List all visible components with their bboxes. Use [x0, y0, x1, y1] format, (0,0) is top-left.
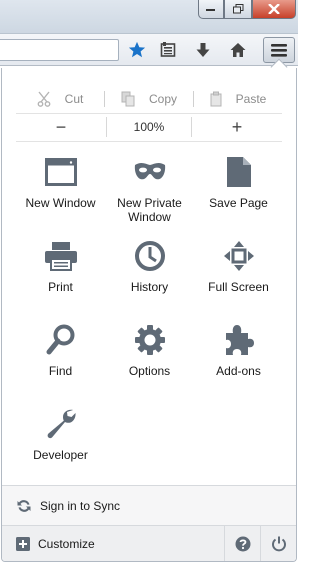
title-bar [0, 0, 298, 34]
copy-button[interactable]: Copy [105, 86, 193, 112]
new-window-button[interactable]: New Window [16, 151, 105, 235]
page-icon [221, 154, 257, 190]
window-controls [198, 0, 296, 19]
star-icon [128, 41, 146, 58]
paste-button[interactable]: Paste [194, 86, 282, 112]
plus-square-icon [16, 536, 30, 551]
developer-label: Developer [33, 448, 88, 462]
puzzle-icon [221, 322, 257, 358]
power-icon [271, 536, 286, 551]
close-icon [268, 4, 280, 14]
history-label: History [130, 280, 169, 294]
find-button[interactable]: Find [16, 319, 105, 403]
print-button[interactable]: Print [16, 235, 105, 319]
full-screen-label: Full Screen [208, 280, 269, 294]
add-ons-label: Add-ons [216, 364, 261, 378]
options-button[interactable]: Options [105, 319, 194, 403]
history-button[interactable]: History [105, 235, 194, 319]
new-private-window-button[interactable]: New Private Window [105, 151, 194, 235]
paste-label: Paste [235, 92, 267, 106]
wrench-icon [43, 406, 79, 442]
hamburger-icon [271, 43, 287, 57]
quit-button[interactable] [260, 526, 296, 561]
options-label: Options [128, 364, 171, 378]
zoom-reset-button[interactable]: 100% [106, 117, 192, 137]
sync-icon [17, 499, 31, 512]
zoom-out-button[interactable]: − [16, 116, 106, 138]
url-bar[interactable] [0, 39, 119, 61]
mask-icon [132, 154, 168, 190]
new-window-label: New Window [25, 196, 96, 210]
new-window-icon [43, 154, 79, 190]
zoom-controls: − 100% + [16, 115, 282, 139]
sign-in-to-sync-button[interactable]: Sign in to Sync [2, 485, 296, 525]
download-arrow-icon [196, 43, 210, 57]
gear-icon [132, 322, 168, 358]
home-button[interactable] [226, 39, 250, 61]
clipboard-icon [210, 91, 222, 107]
print-label: Print [48, 280, 73, 294]
magnifier-icon [43, 322, 79, 358]
bookmarks-list-icon [160, 42, 176, 57]
edit-controls: Cut Copy Paste [16, 86, 282, 112]
home-icon [230, 43, 246, 57]
cut-button[interactable]: Cut [16, 86, 104, 112]
minimize-icon [206, 9, 215, 11]
divider [16, 141, 282, 142]
copy-label: Copy [148, 92, 177, 106]
full-screen-button[interactable]: Full Screen [194, 235, 283, 319]
copy-icon [121, 91, 135, 107]
downloads-button[interactable] [191, 39, 215, 61]
panel-footer: Customize [2, 525, 296, 561]
menu-panel: Cut Copy Paste − 100% + New Window New P… [1, 68, 297, 562]
minimize-button[interactable] [198, 0, 224, 19]
menu-items-grid: New Window New Private Window Save Page … [2, 151, 298, 487]
save-page-button[interactable]: Save Page [194, 151, 283, 235]
new-private-window-label: New Private Window [117, 196, 182, 224]
printer-icon [43, 238, 79, 274]
bookmarks-menu-button[interactable] [156, 39, 180, 61]
help-icon [235, 536, 250, 551]
scissors-icon [37, 91, 51, 107]
find-label: Find [48, 364, 73, 378]
sync-label: Sign in to Sync [40, 498, 121, 513]
restore-button[interactable] [224, 0, 252, 19]
customize-button[interactable]: Customize [2, 526, 224, 561]
developer-button[interactable]: Developer [16, 403, 105, 487]
customize-label: Customize [38, 536, 95, 551]
zoom-in-button[interactable]: + [192, 116, 282, 138]
cut-label: Cut [64, 92, 84, 106]
restore-icon [232, 4, 243, 14]
help-button[interactable] [224, 526, 260, 561]
close-window-button[interactable] [252, 0, 296, 19]
bookmark-star-button[interactable] [125, 39, 149, 61]
add-ons-button[interactable]: Add-ons [194, 319, 283, 403]
divider [16, 113, 282, 114]
navigation-toolbar [0, 34, 298, 66]
fullscreen-icon [221, 238, 257, 274]
clock-icon [132, 238, 168, 274]
save-page-label: Save Page [209, 196, 268, 210]
